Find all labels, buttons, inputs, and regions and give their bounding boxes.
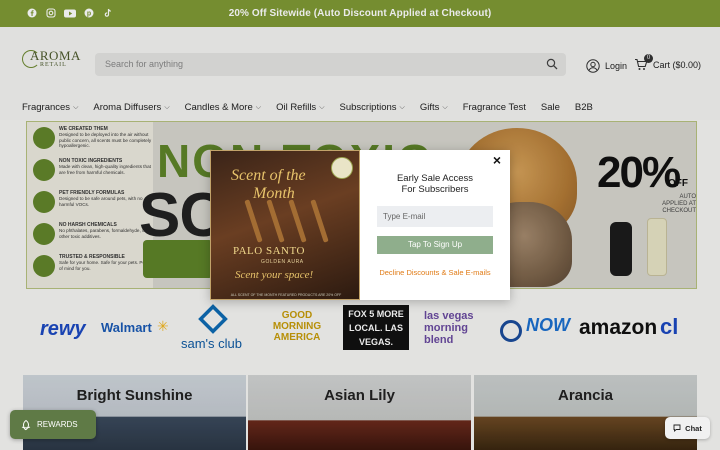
promo-product-sub: GOLDEN AURA — [261, 259, 304, 265]
close-icon[interactable]: × — [490, 153, 504, 167]
palo-santo-stick-icon — [266, 199, 285, 243]
palo-santo-stick-icon — [310, 199, 329, 243]
palo-santo-stick-icon — [244, 199, 263, 243]
promo-fine-print: ALL SCENT OF THE MONTH FEATURED PRODUCTS… — [230, 293, 342, 297]
promo-cta-script: Scent your space! — [235, 269, 314, 281]
decline-link[interactable]: Decline Discounts & Sale E-mails — [360, 268, 510, 277]
sign-up-button[interactable]: Tap To Sign Up — [377, 236, 493, 254]
promo-title: Scent of the Month — [231, 167, 306, 202]
chat-button[interactable]: Chat — [665, 417, 710, 439]
email-field[interactable] — [377, 206, 493, 227]
promo-product-name: PALO SANTO — [233, 245, 305, 257]
rewards-icon — [21, 419, 31, 430]
rewards-button[interactable]: REWARDS — [10, 410, 96, 439]
chat-label[interactable]: Chat — [685, 424, 702, 433]
modal-heading: Early Sale Access For Subscribers — [396, 173, 474, 195]
palo-santo-stick-icon — [288, 199, 307, 243]
signup-modal: Scent of the Month PALO SANTO GOLDEN AURA… — [210, 150, 510, 300]
scent-of-month-promo-image: Scent of the Month PALO SANTO GOLDEN AURA… — [210, 150, 360, 300]
brand-seal-icon — [331, 157, 353, 179]
chat-bubble-icon — [673, 424, 681, 432]
rewards-label[interactable]: REWARDS — [37, 420, 78, 429]
